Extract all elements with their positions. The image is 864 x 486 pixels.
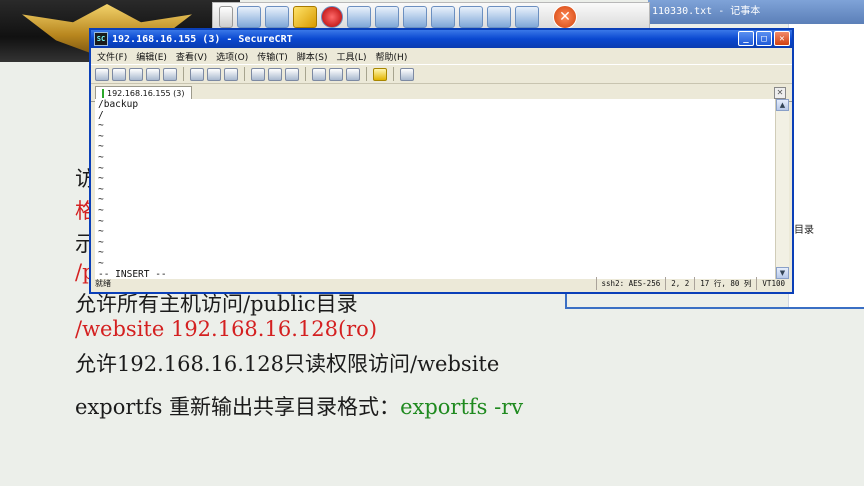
toolbar-separator (366, 67, 367, 81)
session-tab-label: 192.168.16.155 (3) (107, 89, 185, 98)
notepad-title[interactable]: 110330.txt - 记事本 (648, 0, 864, 24)
export-label: exportfs 重新输出共享目录格式： (75, 395, 401, 419)
keymap-icon[interactable] (346, 67, 360, 81)
status-state: 就绪 (95, 279, 111, 288)
arrow-tool-icon[interactable] (347, 6, 371, 28)
print-icon[interactable] (285, 67, 299, 81)
terminal-line: ~ (98, 141, 104, 153)
crt-toolbar (91, 64, 792, 84)
copy-icon[interactable] (190, 67, 204, 81)
tab-close-icon[interactable]: ✕ (774, 87, 786, 99)
menu-help[interactable]: 帮助(H) (376, 50, 408, 63)
status-cipher: ssh2: AES-256 (595, 277, 666, 290)
minimize-button[interactable]: _ (738, 31, 754, 46)
find-icon[interactable] (224, 67, 238, 81)
terminal-line: ~ (98, 194, 104, 206)
terminal-line: ~ (98, 204, 104, 216)
text-tool-icon[interactable] (459, 6, 483, 28)
menu-file[interactable]: 文件(F) (97, 50, 127, 63)
record-icon[interactable] (321, 6, 343, 28)
disconnect-icon[interactable] (163, 67, 177, 81)
print-selection-icon[interactable] (268, 67, 282, 81)
terminal-line: ~ (98, 257, 104, 269)
status-bar: 就绪 ssh2: AES-256 2, 2 17 行, 80 列 VT100 (93, 277, 790, 290)
toolbar-grip[interactable] (219, 6, 233, 28)
vertical-scrollbar[interactable]: ▲ ▼ (775, 99, 789, 279)
menu-view[interactable]: 查看(V) (176, 50, 207, 63)
securecrt-app-icon: SC (94, 32, 108, 46)
menu-edit[interactable]: 编辑(E) (136, 50, 167, 63)
terminal-line: ~ (98, 173, 104, 185)
terminal-line: ~ (98, 236, 104, 248)
terminal-line: /backup (98, 99, 139, 110)
terminal-line: ~ (98, 130, 104, 142)
rect-tool-icon[interactable] (403, 6, 427, 28)
slide-export-line: exportfs 重新输出共享目录格式：exportfs -rv (75, 391, 523, 421)
capture-tool-icon[interactable] (515, 6, 539, 28)
terminal-line: ~ (98, 247, 104, 259)
terminal-line: / (98, 109, 104, 121)
reconnect-icon[interactable] (146, 67, 160, 81)
terminal-screen[interactable]: /backup / ~ ~ ~ ~ ~ ~ ~ ~ ~ ~ ~ ~ ~ ~ --… (95, 99, 778, 279)
window-icon[interactable] (265, 6, 289, 28)
terminal-line: ~ (98, 120, 104, 132)
status-dimensions: 17 行, 80 列 (694, 277, 756, 290)
slide-line-6: /website 192.168.16.128(ro) (75, 317, 378, 341)
line-tool-icon[interactable] (375, 6, 399, 28)
scroll-up-icon[interactable]: ▲ (776, 99, 789, 111)
menu-options[interactable]: 选项(O) (216, 50, 248, 63)
export-command: exportfs -rv (400, 395, 524, 419)
notepad-visible-text: 目录 (794, 225, 814, 236)
menu-transfer[interactable]: 传输(T) (257, 50, 288, 63)
menu-tools[interactable]: 工具(L) (337, 50, 367, 63)
terminal-line: ~ (98, 215, 104, 227)
menu-bar: 文件(F) 编辑(E) 查看(V) 选项(O) 传输(T) 脚本(S) 工具(L… (91, 48, 792, 64)
notepad-body[interactable] (788, 24, 864, 307)
terminal-line: ~ (98, 162, 104, 174)
close-icon[interactable]: ✕ (553, 5, 577, 29)
session-options-icon[interactable] (312, 67, 326, 81)
highlight-tool-icon[interactable] (487, 6, 511, 28)
title-bar[interactable]: SC 192.168.16.155 (3) - SecureCRT _ □ ✕ (91, 30, 792, 48)
window-title: 192.168.16.155 (3) - SecureCRT (112, 33, 293, 45)
sftp-icon[interactable] (400, 67, 414, 81)
maximize-button[interactable]: □ (756, 31, 772, 46)
toolbar-separator (393, 67, 394, 81)
global-options-icon[interactable] (329, 67, 343, 81)
close-button[interactable]: ✕ (774, 31, 790, 46)
help-icon[interactable] (373, 67, 387, 81)
connected-indicator-icon (102, 89, 104, 98)
toolbar-separator (305, 67, 306, 81)
ellipse-tool-icon[interactable] (431, 6, 455, 28)
menu-script[interactable]: 脚本(S) (297, 50, 328, 63)
pencil-icon[interactable] (293, 6, 317, 28)
screen-icon[interactable] (237, 6, 261, 28)
connect-tab-icon[interactable] (129, 67, 143, 81)
status-cursor-pos: 2, 2 (665, 277, 694, 290)
toolbar-separator (244, 67, 245, 81)
securecrt-window: SC 192.168.16.155 (3) - SecureCRT _ □ ✕ … (89, 28, 794, 294)
toolbar-separator (183, 67, 184, 81)
connect-icon[interactable] (95, 67, 109, 81)
slide-line-7: 允许192.168.16.128只读权限访问/website (75, 352, 500, 376)
status-emulation: VT100 (756, 277, 790, 290)
paste-icon[interactable] (207, 67, 221, 81)
terminal-line: ~ (98, 226, 104, 238)
terminal-line: ~ (98, 183, 104, 195)
quick-connect-icon[interactable] (112, 67, 126, 81)
print-setup-icon[interactable] (251, 67, 265, 81)
terminal-line: ~ (98, 151, 104, 163)
